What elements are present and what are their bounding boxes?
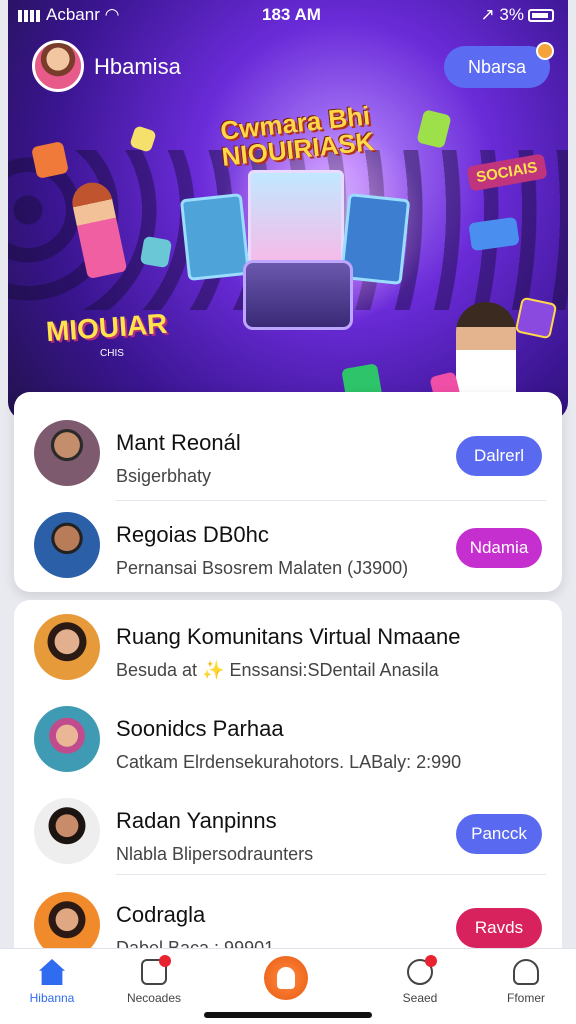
- nav-label: Hibanna: [29, 991, 75, 1005]
- cube-yellow: [129, 125, 157, 153]
- logo-left-sub: CHIS: [100, 348, 124, 359]
- home-indicator: [204, 1012, 372, 1018]
- status-time: 183 AM: [262, 5, 321, 24]
- top-action-button[interactable]: Nbarsa: [444, 42, 554, 88]
- nav-inbox[interactable]: Necoades: [106, 955, 202, 1005]
- main-list-card: Ruang Komunitans Virtual Nmaane Besuda a…: [14, 600, 562, 960]
- top-list-card: Mant Reonál Bsigerbhaty Dalrerl Regoias …: [14, 392, 562, 592]
- nav-label: Seaed: [402, 991, 438, 1005]
- avatar: [34, 512, 100, 578]
- location-icon: ↗: [480, 5, 495, 24]
- inbox-icon: [141, 955, 171, 985]
- item-name: Codragla: [116, 902, 206, 927]
- item-action-button[interactable]: Ravds: [456, 908, 542, 948]
- nav-home[interactable]: Hibanna: [4, 959, 100, 1005]
- item-action-button[interactable]: Pancck: [456, 814, 542, 854]
- item-subtitle: Nlabla Blipersodraunters: [116, 844, 314, 864]
- status-bar: Acbanr ◠ 183 AM ↗ 3%: [0, 0, 576, 32]
- nav-social[interactable]: Seaed: [372, 955, 468, 1005]
- profile-name: Hbamisa: [94, 54, 181, 79]
- item-name: Mant Reonál: [116, 430, 241, 455]
- cube-purple: [514, 296, 558, 340]
- item-name: Soonidcs Parhaa: [116, 716, 284, 741]
- badge-icon: [425, 955, 437, 967]
- arcade-console: [243, 260, 353, 330]
- item-subtitle: Bsigerbhaty: [116, 466, 212, 486]
- signal-icon: [18, 9, 42, 22]
- avatar: [34, 706, 100, 772]
- avatar: [34, 420, 100, 486]
- item-name: Radan Yanpinns: [116, 808, 277, 833]
- home-icon: [39, 959, 65, 985]
- avatar: [34, 614, 100, 680]
- item-name: Ruang Komunitans Virtual Nmaane: [116, 624, 461, 649]
- list-item[interactable]: Regoias DB0hc Pernansai Bsosrem Malaten …: [14, 500, 562, 592]
- character-right: [456, 302, 516, 402]
- battery-icon: [528, 9, 554, 23]
- nav-label: Necoades: [126, 991, 182, 1005]
- cube-green: [416, 109, 452, 149]
- wifi-icon: ◠: [104, 5, 120, 24]
- battery: ↗ 3%: [480, 5, 554, 25]
- nav-profile[interactable]: Ffomer: [478, 959, 574, 1005]
- badge-icon: [159, 955, 171, 967]
- profile-icon: [513, 959, 539, 985]
- list-item[interactable]: Mant Reonál Bsigerbhaty Dalrerl: [14, 408, 562, 500]
- logo-left: MIOUIAR: [45, 307, 169, 348]
- game-card-left: [179, 192, 251, 282]
- avatar: [34, 798, 100, 864]
- list-item[interactable]: Ruang Komunitans Virtual Nmaane Besuda a…: [14, 602, 562, 694]
- item-action-button[interactable]: Ndamia: [456, 528, 542, 568]
- cube-teal: [139, 235, 173, 269]
- list-item[interactable]: Soonidcs Parhaa Catkam Elrdensekurahotor…: [14, 694, 562, 786]
- item-subtitle: Catkam Elrdensekurahotors. LABaly: 2:990: [116, 752, 462, 772]
- carrier: Acbanr ◠: [18, 5, 119, 25]
- list-item[interactable]: Radan Yanpinns Nlabla Blipersodraunters …: [14, 786, 562, 878]
- nav-label: Ffomer: [506, 991, 545, 1005]
- face-icon: [407, 955, 437, 985]
- item-action-button[interactable]: Dalrerl: [456, 436, 542, 476]
- divider: [116, 874, 546, 875]
- item-subtitle: Besuda at ✨ Enssansi:SDentail Anasila: [116, 660, 439, 680]
- notification-dot-icon: [536, 42, 554, 60]
- center-action-button[interactable]: [264, 956, 308, 1000]
- item-name: Regoias DB0hc: [116, 522, 269, 547]
- item-subtitle: Pernansai Bsosrem Malaten (J3900): [116, 558, 409, 578]
- profile-avatar[interactable]: [32, 40, 84, 92]
- cube-orange: [31, 141, 69, 179]
